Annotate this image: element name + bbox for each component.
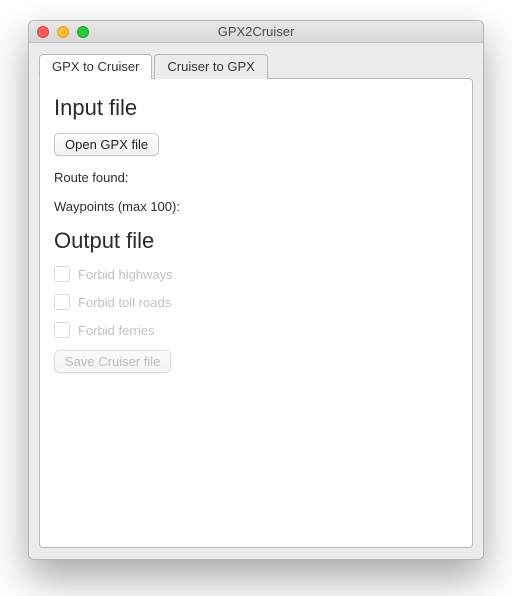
window-title: GPX2Cruiser xyxy=(29,24,483,39)
app-window: GPX2Cruiser GPX to Cruiser Cruiser to GP… xyxy=(28,20,484,560)
tab-panel: Input file Open GPX file Route found: Wa… xyxy=(39,78,473,548)
checkbox-forbid-highways[interactable]: Forbid highways xyxy=(54,266,458,282)
tab-gpx-to-cruiser[interactable]: GPX to Cruiser xyxy=(39,54,152,79)
tab-bar: GPX to Cruiser Cruiser to GPX xyxy=(39,54,473,79)
checkbox-label: Forbid highways xyxy=(78,267,173,282)
input-heading: Input file xyxy=(54,95,458,121)
save-cruiser-button[interactable]: Save Cruiser file xyxy=(54,350,171,373)
checkbox-icon xyxy=(54,266,70,282)
checkbox-forbid-ferries[interactable]: Forbid ferries xyxy=(54,322,458,338)
checkbox-label: Forbid ferries xyxy=(78,323,155,338)
output-heading: Output file xyxy=(54,228,458,254)
titlebar: GPX2Cruiser xyxy=(29,21,483,43)
waypoints-label: Waypoints (max 100): xyxy=(54,199,458,214)
checkbox-icon xyxy=(54,322,70,338)
checkbox-forbid-tollroads[interactable]: Forbid toll roads xyxy=(54,294,458,310)
tab-cruiser-to-gpx[interactable]: Cruiser to GPX xyxy=(154,54,267,79)
route-found-label: Route found: xyxy=(54,170,458,185)
checkbox-icon xyxy=(54,294,70,310)
open-gpx-button[interactable]: Open GPX file xyxy=(54,133,159,156)
checkbox-label: Forbid toll roads xyxy=(78,295,171,310)
content-area: GPX to Cruiser Cruiser to GPX Input file… xyxy=(29,43,483,548)
